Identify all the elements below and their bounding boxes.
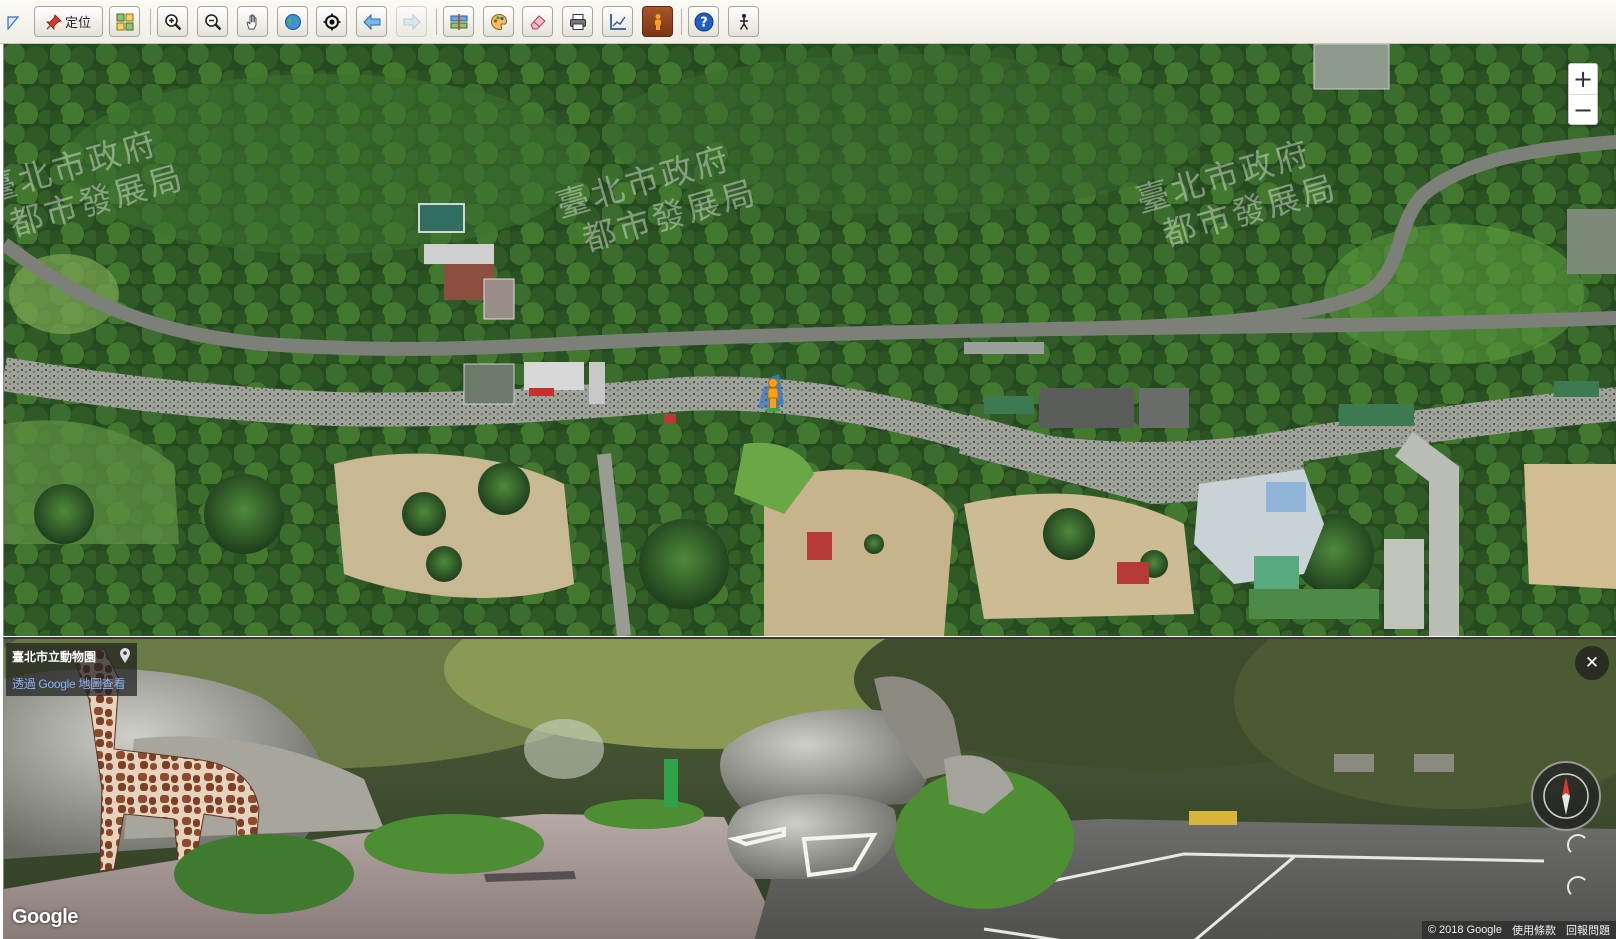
- eraser-button[interactable]: [522, 6, 553, 37]
- forward-button[interactable]: [396, 6, 427, 37]
- basemap-button[interactable]: [483, 6, 514, 37]
- arrow-left-icon: [362, 13, 380, 30]
- accessibility-button[interactable]: [728, 6, 759, 37]
- zoom-out-button[interactable]: [197, 6, 228, 37]
- compass-needle-icon: [1543, 773, 1589, 819]
- locate-label: 定位: [64, 15, 91, 30]
- pushpin-icon: [46, 13, 62, 30]
- magnifier-plus-icon: [164, 13, 181, 30]
- attribution-bar: © 2018 Google 使用條款 回報問題: [1421, 921, 1616, 939]
- measure-button[interactable]: [602, 6, 633, 37]
- select-arrow-icon[interactable]: [7, 16, 19, 30]
- street-view-panel[interactable]: 臺北市立動物園 透過 Google 地圖查看 ✕ Google © 2018 G…: [3, 637, 1616, 939]
- place-name: 臺北市立動物園: [12, 650, 97, 664]
- locate-button[interactable]: 定位: [34, 6, 103, 37]
- hand-icon: [246, 14, 256, 29]
- toolbar-separator: [436, 9, 437, 35]
- eraser-icon: [529, 14, 546, 29]
- crosshair-icon: [323, 13, 340, 30]
- map-toolbar: 定位 ?: [0, 0, 1616, 44]
- back-button[interactable]: [356, 6, 387, 37]
- view-in-google-maps-link[interactable]: 透過 Google 地圖查看: [12, 675, 131, 692]
- arrow-right-icon: [403, 13, 421, 30]
- magnifier-minus-icon: [204, 13, 221, 30]
- toolbar-separator: [681, 9, 682, 35]
- location-info-card: 臺北市立動物園 透過 Google 地圖查看: [6, 643, 137, 696]
- street-view-imagery: [4, 639, 1616, 939]
- close-street-view-button[interactable]: ✕: [1575, 646, 1609, 680]
- rotate-right-icon[interactable]: [1567, 876, 1589, 898]
- toolbar-separator: [150, 9, 151, 35]
- person-icon: [739, 13, 748, 30]
- streetview-button[interactable]: [642, 6, 673, 37]
- copyright-text: © 2018 Google: [1427, 924, 1502, 936]
- help-icon: ?: [694, 12, 713, 31]
- layers-button[interactable]: [109, 6, 140, 37]
- pegman-marker[interactable]: [756, 378, 790, 412]
- map-zoom-control: + −: [1568, 63, 1598, 125]
- pan-button[interactable]: [237, 6, 268, 37]
- compare-button[interactable]: [443, 6, 474, 37]
- center-button[interactable]: [316, 6, 347, 37]
- map-zoom-out-button[interactable]: −: [1569, 94, 1597, 124]
- svg-text:?: ?: [700, 15, 708, 30]
- google-logo: Google: [12, 906, 78, 928]
- aerial-map[interactable]: 臺北市政府 都市發展局 臺北市政府 都市發展局 臺北市政府 都市發展局 + −: [3, 44, 1616, 636]
- full-extent-button[interactable]: [277, 6, 308, 37]
- map-pin-icon[interactable]: [119, 648, 131, 664]
- pegman-icon: [654, 13, 661, 30]
- measure-icon: [609, 13, 626, 30]
- map-zoom-in-button[interactable]: +: [1569, 64, 1597, 94]
- globe-icon: [284, 13, 301, 30]
- terms-link[interactable]: 使用條款: [1512, 922, 1556, 938]
- report-problem-link[interactable]: 回報問題: [1566, 922, 1610, 938]
- aerial-imagery: [4, 44, 1616, 636]
- zoom-in-button[interactable]: [157, 6, 188, 37]
- printer-icon: [569, 13, 586, 30]
- print-button[interactable]: [562, 6, 593, 37]
- rotate-left-icon[interactable]: [1567, 834, 1589, 856]
- grid-layers-icon: [116, 13, 133, 30]
- compass-control[interactable]: [1531, 761, 1601, 831]
- help-button[interactable]: ?: [688, 6, 719, 37]
- palette-icon: [490, 13, 507, 30]
- compare-icon: [450, 13, 467, 30]
